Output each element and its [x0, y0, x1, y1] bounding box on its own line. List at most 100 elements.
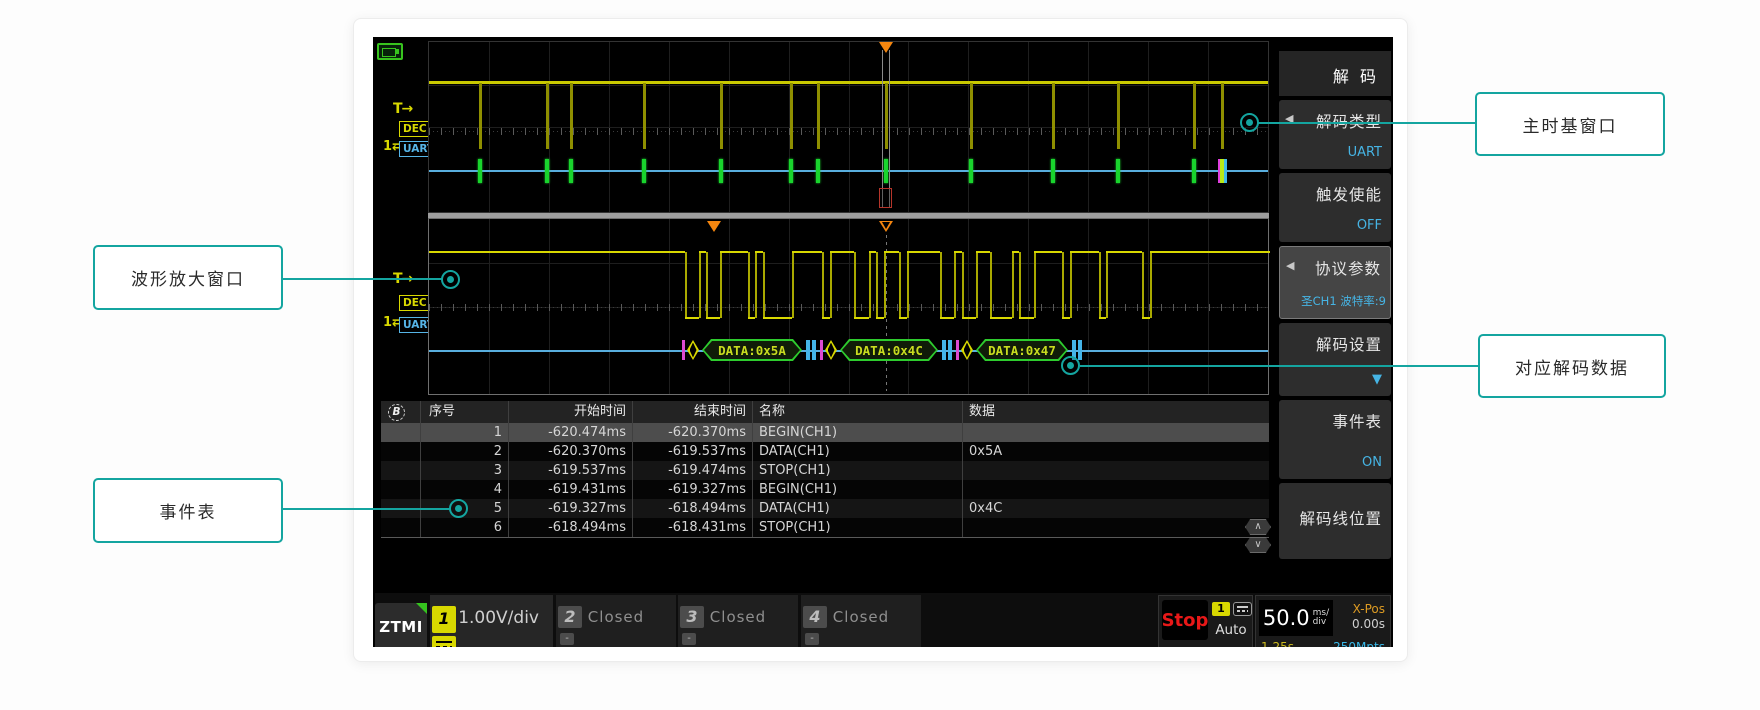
callout-marker-main-timebase — [1240, 113, 1259, 132]
main-timebase-window[interactable] — [428, 41, 1269, 213]
frame-end-bar — [806, 340, 810, 360]
row-start-time-cell: -619.327ms — [509, 499, 633, 518]
gridline-h — [429, 85, 1268, 86]
zoom-signal-edge — [822, 252, 824, 318]
frame-start-diamond — [961, 340, 973, 360]
main-signal-pulse — [479, 83, 482, 149]
frame-end-bar — [1078, 340, 1082, 360]
channel1-badge: 1 — [432, 606, 456, 633]
main-signal-pulse — [885, 83, 888, 149]
decode-event-tick — [969, 159, 973, 183]
zoom-signal-segment — [706, 317, 720, 319]
zoom-signal-segment — [869, 251, 876, 253]
dec-label-main: DEC — [399, 121, 431, 137]
zoom-signal-segment — [429, 251, 685, 253]
zoom-signal-segment — [755, 251, 763, 253]
channel3-box[interactable]: 3-Closed---:- — [678, 595, 798, 647]
decode-event-tick — [642, 159, 646, 183]
main-signal-pulse — [1193, 83, 1196, 149]
brand-logo-text: ZTMI — [379, 618, 423, 636]
decode-data-label: DATA:0x4C — [842, 341, 936, 359]
table-row[interactable]: 4-619.431ms-619.327msBEGIN(CH1) — [381, 480, 1269, 499]
callout-line-main-timebase — [1258, 122, 1475, 124]
zoom-region-handle[interactable] — [879, 188, 892, 208]
decode-event-tick — [569, 159, 573, 183]
channel2-box[interactable]: 2-Closed---:- — [556, 595, 676, 647]
callout-marker-decode-data — [1061, 356, 1080, 375]
menu-item-6[interactable]: 解码线位置 — [1279, 483, 1391, 559]
channel-state: Closed — [556, 608, 676, 626]
trigger-status-box: Stop 1 Auto T 1.76V Edge — [1158, 595, 1253, 647]
menu-item-3[interactable]: ◀协议参数圣CH1 波特率:9 — [1279, 246, 1391, 319]
zoom-signal-segment — [1034, 251, 1062, 253]
menu-item-label: 解码线位置 — [1299, 507, 1382, 529]
zoom-trigger-marker — [879, 221, 893, 232]
menu-item-value: ▼ — [1372, 372, 1382, 387]
callout-line-decode-data — [1080, 365, 1478, 367]
menu-item-1[interactable]: ◀解码类型UART — [1279, 100, 1391, 169]
zoom-signal-segment — [1012, 251, 1019, 253]
scroll-up-button[interactable]: ∧ — [1245, 519, 1271, 535]
table-row[interactable]: 5-619.327ms-618.494msDATA(CH1)0x4C — [381, 499, 1269, 518]
timebase-scale[interactable]: 50.0 ms/ div — [1259, 600, 1333, 636]
bus-header-cell: B — [381, 401, 421, 423]
decode-event-tick — [789, 159, 793, 183]
channel-coupling-badge: - — [805, 633, 819, 645]
main-signal-pulse — [790, 83, 793, 149]
zoom-region-line-left — [882, 50, 883, 208]
run-state[interactable]: Stop — [1162, 600, 1208, 640]
bus1-icon: B — [388, 404, 405, 421]
channel1-box[interactable]: 1 BwL 1:1 1.00V/div -960mV — [430, 595, 553, 647]
row-end-time-cell: -618.494ms — [633, 499, 753, 518]
page: T→ DEC 1⇄ UART T→ DEC 1⇄ UART DATA:0x5AD… — [0, 0, 1760, 710]
decode-event-tick — [545, 159, 549, 183]
menu-item-4[interactable]: 解码设置▼ — [1279, 323, 1391, 396]
trigger-marker-main: T→ — [393, 101, 412, 117]
decode-data-label: DATA:0x5A — [704, 341, 800, 359]
row-icon-cell — [381, 480, 421, 499]
trigger-source-badge: 1 — [1212, 602, 1230, 616]
frame-start-bracket — [682, 340, 685, 360]
table-row[interactable]: 1-620.474ms-620.370msBEGIN(CH1) — [381, 423, 1269, 442]
scroll-down-button[interactable]: ∨ — [1245, 537, 1271, 553]
zoom-signal-edge — [876, 252, 878, 318]
main-signal-pulse — [1052, 83, 1055, 149]
decode-data-frame: DATA:0x4C — [840, 339, 938, 361]
menu-title: 解 码 — [1279, 51, 1391, 96]
zoom-signal-edge — [1019, 252, 1021, 318]
row-data-cell — [963, 461, 1269, 480]
trigger-level-value: 1.76V — [1211, 644, 1247, 647]
menu-item-value: 圣CH1 波特率:9 — [1301, 293, 1386, 309]
timebase-unit: ms/ div — [1313, 609, 1330, 627]
zoom-signal-segment — [720, 251, 748, 253]
main-signal-pulse — [970, 83, 973, 149]
zoom-signal-edge — [1012, 252, 1014, 318]
decode-event-tick — [478, 159, 482, 183]
zoom-signal-edge — [954, 252, 956, 318]
row-icon-cell — [381, 518, 421, 537]
waveform-zoom-window[interactable]: DATA:0x5ADATA:0x4CDATA:0x47 — [428, 218, 1269, 395]
table-row[interactable]: 3-619.537ms-619.474msSTOP(CH1) — [381, 461, 1269, 480]
zoom-signal-edge — [1142, 252, 1144, 318]
row-data-cell: 0x5A — [963, 442, 1269, 461]
zoom-signal-edge — [1099, 252, 1101, 318]
channel4-box[interactable]: 4-Closed---:- — [801, 595, 921, 647]
row-start-time-cell: -618.494ms — [509, 518, 633, 537]
row-end-time-cell: -619.327ms — [633, 480, 753, 499]
zoom-signal-segment — [1070, 251, 1099, 253]
frame-start-diamond — [687, 340, 699, 360]
table-row[interactable]: 2-620.370ms-619.537msDATA(CH1)0x5A — [381, 442, 1269, 461]
zoom-signal-edge — [854, 252, 856, 318]
zoom-signal-edge — [792, 252, 794, 318]
callout-marker-event-table — [449, 499, 468, 518]
timebase-value: 50.0 — [1263, 606, 1310, 630]
row-data-cell — [963, 518, 1269, 537]
zoom-signal-segment — [1142, 317, 1150, 319]
channel-state: Closed — [801, 608, 921, 626]
decode-event-tick — [719, 159, 723, 183]
menu-item-5[interactable]: 事件表ON — [1279, 400, 1391, 479]
menu-item-2[interactable]: 触发使能OFF — [1279, 173, 1391, 242]
main-signal-pulse — [817, 83, 820, 149]
table-row[interactable]: 6-618.494ms-618.431msSTOP(CH1) — [381, 518, 1269, 537]
zoom-signal-segment — [940, 317, 954, 319]
